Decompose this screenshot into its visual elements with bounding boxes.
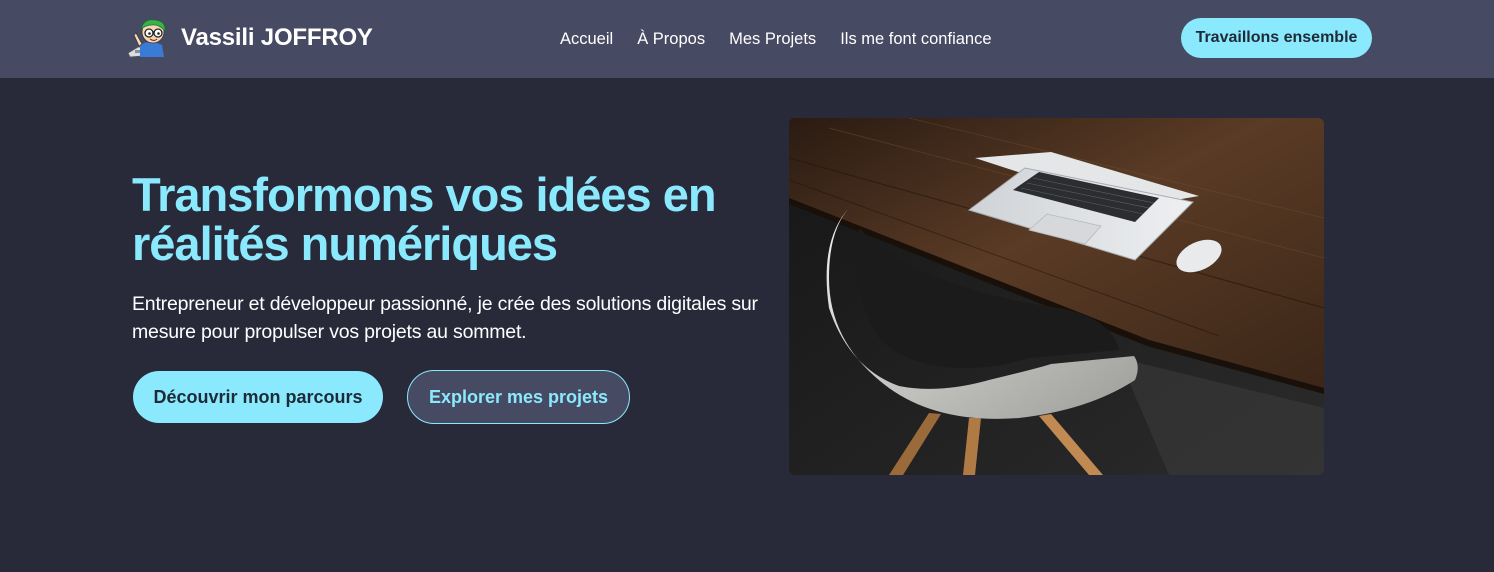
explore-projects-button[interactable]: Explorer mes projets <box>407 370 630 424</box>
nav-link-accueil[interactable]: Accueil <box>560 28 613 50</box>
work-together-button[interactable]: Travaillons ensemble <box>1181 18 1372 58</box>
main-nav: Accueil À Propos Mes Projets Ils me font… <box>560 28 1016 50</box>
hero-title: Transformons vos idées en réalités numér… <box>132 168 717 270</box>
hero-subtitle: Entrepreneur et développeur passionné, j… <box>132 293 758 343</box>
developer-avatar-icon <box>127 19 166 58</box>
brand-home-link[interactable]: Vassili JOFFROY <box>126 17 373 59</box>
nav-link-ils-me-font-confiance[interactable]: Ils me font confiance <box>840 28 991 50</box>
hero-workspace-image <box>789 118 1324 475</box>
discover-journey-button[interactable]: Découvrir mon parcours <box>133 371 383 423</box>
brand-name: Vassili JOFFROY <box>181 24 373 51</box>
navbar: Vassili JOFFROY Accueil À Propos Mes Pro… <box>0 0 1494 78</box>
nav-link-mes-projets[interactable]: Mes Projets <box>729 28 816 50</box>
nav-link-a-propos[interactable]: À Propos <box>637 28 705 50</box>
